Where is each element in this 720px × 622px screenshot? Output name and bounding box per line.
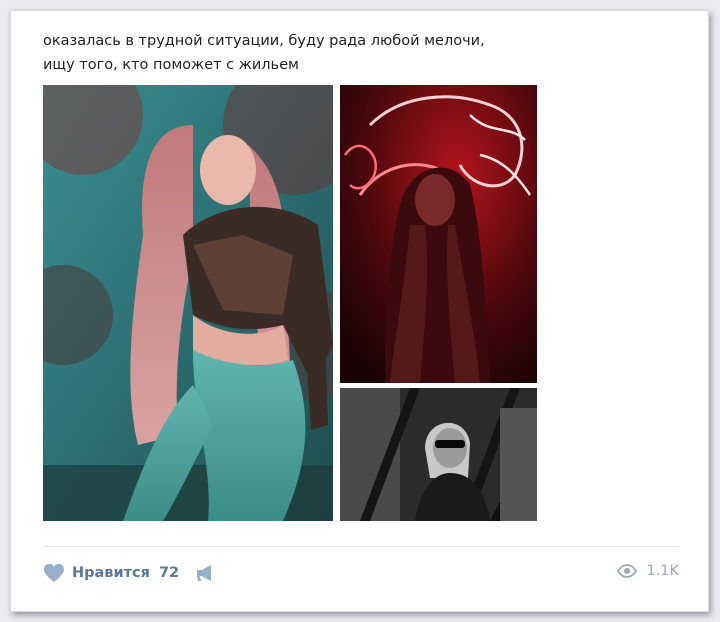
post-photo-2[interactable] — [340, 85, 537, 383]
views-count: 1.1K — [646, 563, 679, 579]
eye-icon — [617, 564, 638, 578]
post-card: оказалась в трудной ситуации, буду рада … — [10, 10, 709, 612]
post-text-line-2: ищу того, кто поможет с жильем — [43, 57, 299, 73]
post-actions: Нравится 72 1.1K — [43, 561, 679, 587]
megaphone-icon — [197, 565, 211, 581]
like-label: Нравится — [72, 565, 150, 581]
heart-icon — [44, 563, 64, 583]
like-button[interactable]: Нравится 72 — [43, 563, 179, 583]
views-counter: 1.1K — [617, 563, 679, 579]
post-photo-1[interactable] — [43, 85, 333, 521]
post-text: оказалась в трудной ситуации, буду рада … — [43, 29, 663, 77]
actions-divider — [43, 546, 679, 547]
post-photo-3[interactable] — [340, 388, 537, 521]
share-button[interactable] — [195, 564, 215, 583]
like-count: 72 — [158, 565, 180, 581]
post-text-line-1: оказалась в трудной ситуации, буду рада … — [43, 33, 485, 49]
